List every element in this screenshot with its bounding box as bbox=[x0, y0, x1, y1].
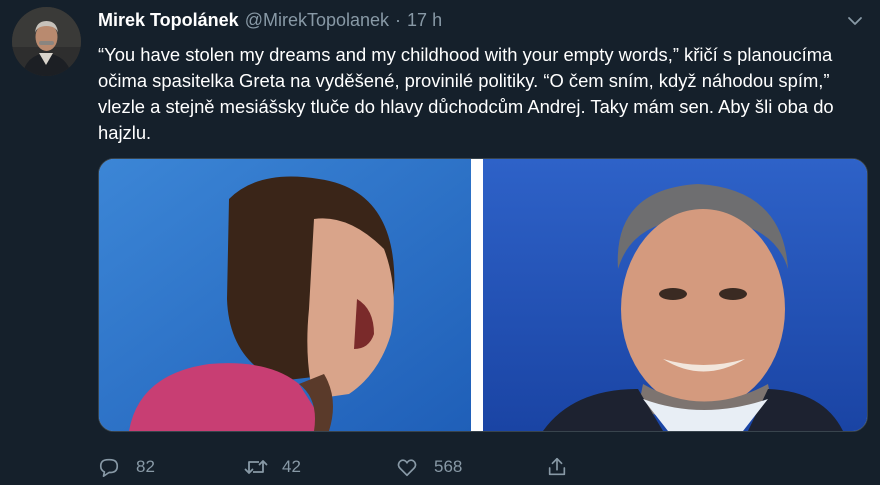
retweet-button[interactable]: 42 bbox=[244, 455, 396, 479]
like-button[interactable]: 568 bbox=[396, 455, 546, 479]
author-name[interactable]: Mirek Topolánek bbox=[98, 10, 239, 31]
reply-button[interactable]: 82 bbox=[98, 455, 244, 479]
tweet-media[interactable] bbox=[98, 158, 868, 432]
tweet-actions: 82 42 568 bbox=[98, 452, 584, 482]
tweet-header: Mirek Topolánek @MirekTopolanek · 17 h bbox=[98, 10, 442, 34]
tweet-timestamp[interactable]: 17 h bbox=[407, 10, 442, 31]
heart-icon bbox=[397, 459, 417, 477]
author-handle[interactable]: @MirekTopolanek bbox=[245, 10, 389, 31]
tweet-text: “You have stolen my dreams and my childh… bbox=[98, 44, 834, 143]
more-menu-button[interactable] bbox=[844, 10, 866, 32]
share-button[interactable] bbox=[546, 455, 584, 479]
media-photo-right[interactable] bbox=[483, 159, 867, 431]
reply-count: 82 bbox=[136, 457, 155, 476]
speech-bubble-icon bbox=[99, 458, 119, 477]
retweet-arrows-icon bbox=[244, 460, 268, 474]
author-avatar[interactable] bbox=[12, 7, 81, 76]
retweet-count: 42 bbox=[282, 457, 301, 476]
header-separator: · bbox=[395, 10, 402, 30]
media-photo-left[interactable] bbox=[99, 159, 471, 431]
share-upload-icon bbox=[548, 457, 566, 476]
chevron-down-icon bbox=[848, 17, 862, 25]
like-count: 568 bbox=[434, 457, 463, 476]
